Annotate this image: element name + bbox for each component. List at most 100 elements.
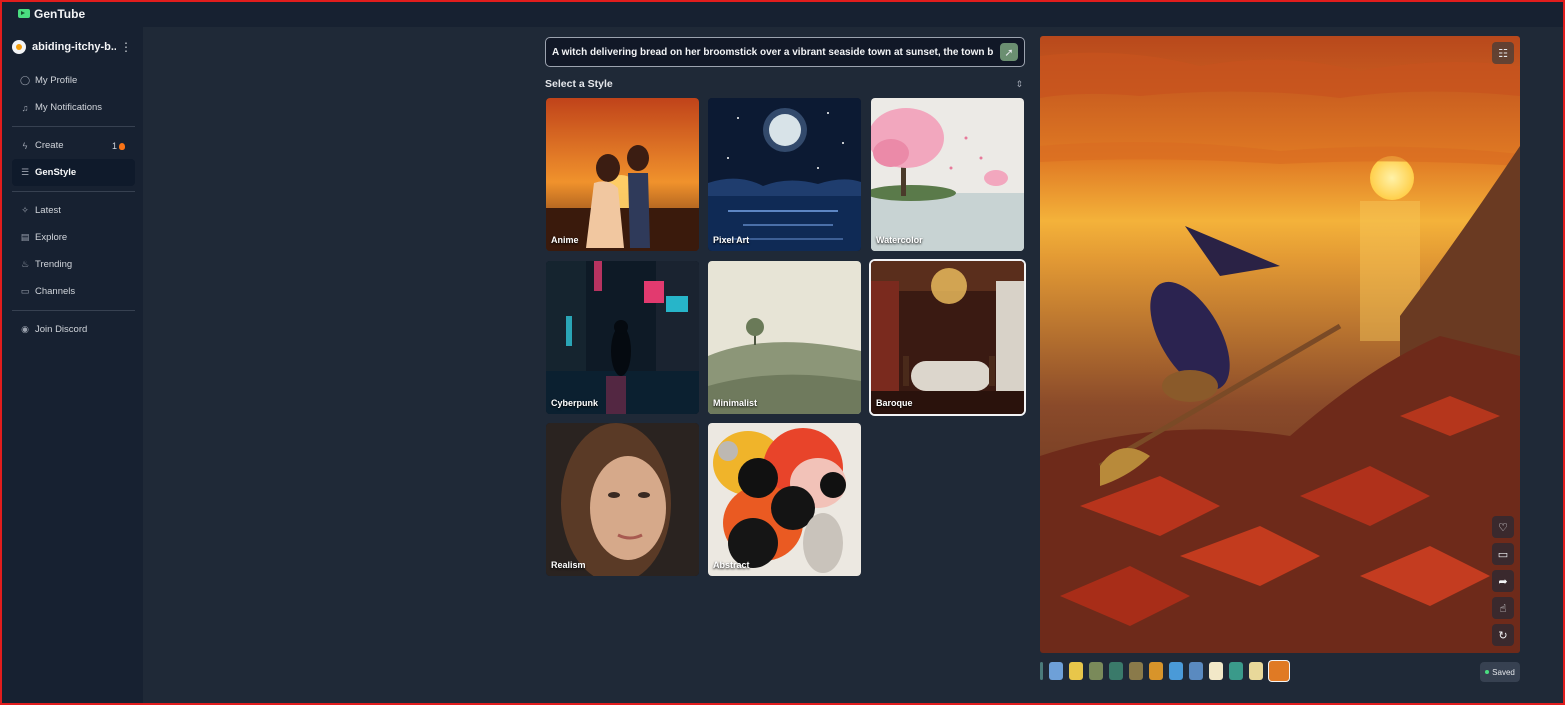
sidebar-divider bbox=[12, 126, 135, 127]
sidebar-item-latest[interactable]: ✧ Latest bbox=[12, 197, 135, 224]
minimalist-thumbnail bbox=[708, 261, 861, 414]
refresh-icon: ↻ bbox=[1498, 629, 1508, 642]
sidebar-divider bbox=[12, 191, 135, 192]
sidebar-item-label: Channels bbox=[35, 286, 76, 297]
style-card-realism[interactable]: Realism bbox=[546, 423, 699, 576]
sidebar: abiding-itchy-b... ⋮ ◯ My Profile ♫ My N… bbox=[2, 27, 143, 703]
watercolor-thumbnail bbox=[871, 98, 1024, 251]
sidebar-item-label: Latest bbox=[35, 205, 61, 216]
tv-icon: ▭ bbox=[20, 286, 30, 296]
history-thumbnail[interactable] bbox=[1149, 662, 1163, 680]
style-card-watercolor[interactable]: Watercolor bbox=[871, 98, 1024, 251]
rocket-icon: ➚ bbox=[1004, 46, 1014, 59]
history-thumbnail[interactable] bbox=[1089, 662, 1103, 680]
style-card-label: Abstract bbox=[713, 560, 750, 570]
channel-button[interactable]: ▭ bbox=[1492, 543, 1514, 565]
saved-badge: Saved bbox=[1480, 662, 1520, 682]
style-card-label: Baroque bbox=[876, 398, 913, 408]
sidebar-item-explore[interactable]: ▤ Explore bbox=[12, 224, 135, 251]
tap-button[interactable]: ☝ bbox=[1492, 597, 1514, 619]
book-icon: ▤ bbox=[20, 232, 30, 242]
cyberpunk-thumbnail bbox=[546, 261, 699, 414]
spark-icon: ϟ bbox=[22, 140, 28, 151]
history-thumbnail[interactable] bbox=[1229, 662, 1243, 680]
history-thumbnail[interactable] bbox=[1129, 662, 1143, 680]
history-thumbnail[interactable] bbox=[1049, 662, 1063, 680]
bell-icon: ♫ bbox=[21, 102, 29, 113]
history-thumbnail[interactable] bbox=[1040, 662, 1043, 680]
chevron-up-down-icon[interactable]: ⇕ bbox=[1015, 79, 1023, 90]
sidebar-item-label: Join Discord bbox=[35, 324, 88, 335]
share-button[interactable]: ➦ bbox=[1492, 570, 1514, 592]
style-card-abstract[interactable]: Abstract bbox=[708, 423, 861, 576]
style-card-label: Anime bbox=[551, 235, 579, 245]
flame-icon: ♨ bbox=[20, 259, 30, 269]
status-dot bbox=[1485, 670, 1490, 674]
baroque-thumbnail bbox=[871, 261, 1024, 414]
style-card-cyberpunk[interactable]: Cyberpunk bbox=[546, 261, 699, 414]
generated-image-preview[interactable]: ☷ ♡ ▭ ➦ ☝ ↻ bbox=[1040, 36, 1520, 653]
prompt-input[interactable]: A witch delivering bread on her broomsti… bbox=[545, 37, 1025, 67]
history-thumbnail-current[interactable] bbox=[1269, 661, 1289, 681]
anime-thumbnail bbox=[546, 98, 699, 251]
tv-icon: ▭ bbox=[1497, 548, 1509, 561]
style-card-anime[interactable]: Anime bbox=[546, 98, 699, 251]
history-thumbnails bbox=[1040, 660, 1295, 682]
style-card-label: Cyberpunk bbox=[551, 398, 599, 408]
app-title[interactable]: GenTube bbox=[34, 7, 85, 21]
sidebar-item-my-notifications[interactable]: ♫ My Notifications bbox=[12, 94, 135, 121]
like-button[interactable]: ♡ bbox=[1492, 516, 1514, 538]
history-thumbnail[interactable] bbox=[1069, 662, 1083, 680]
sparkles-icon: ✧ bbox=[21, 205, 29, 215]
remix-button[interactable]: ↻ bbox=[1492, 624, 1514, 646]
sidebar-item-trending[interactable]: ♨ Trending bbox=[12, 251, 135, 278]
sidebar-item-label: My Profile bbox=[35, 75, 78, 86]
generate-button[interactable]: ➚ bbox=[1000, 43, 1018, 61]
user-menu[interactable]: abiding-itchy-b... ⋮ bbox=[2, 27, 143, 67]
sidebar-item-create[interactable]: ϟ Create 1 bbox=[12, 132, 135, 159]
style-card-pixel-art[interactable]: Pixel Art bbox=[708, 98, 861, 251]
abstract-thumbnail bbox=[708, 423, 861, 576]
style-card-label: Watercolor bbox=[876, 235, 923, 245]
username: abiding-itchy-b... bbox=[32, 41, 116, 53]
realism-thumbnail bbox=[546, 423, 699, 576]
style-card-label: Realism bbox=[551, 560, 586, 570]
more-vertical-icon[interactable]: ⋮ bbox=[120, 41, 132, 53]
sliders-icon: ☷ bbox=[1498, 47, 1508, 60]
sidebar-item-channels[interactable]: ▭ Channels bbox=[12, 278, 135, 305]
saved-status-text: Saved bbox=[1492, 667, 1515, 677]
style-card-baroque[interactable]: Baroque bbox=[871, 261, 1024, 414]
avatar bbox=[12, 40, 26, 54]
pixel-art-thumbnail bbox=[708, 98, 861, 251]
heart-icon: ♡ bbox=[1498, 521, 1508, 534]
style-card-minimalist[interactable]: Minimalist bbox=[708, 261, 861, 414]
style-section-title: Select a Style bbox=[545, 78, 613, 90]
sidebar-item-genstyle[interactable]: ☰ GenStyle bbox=[12, 159, 135, 186]
sidebar-item-label: My Notifications bbox=[35, 102, 103, 113]
hand-pointer-icon: ☝ bbox=[1499, 602, 1507, 615]
sidebar-item-my-profile[interactable]: ◯ My Profile bbox=[12, 67, 135, 94]
image-settings-button[interactable]: ☷ bbox=[1492, 42, 1514, 64]
logo-icon bbox=[18, 9, 30, 18]
sidebar-item-label: Explore bbox=[35, 232, 68, 243]
history-thumbnail[interactable] bbox=[1209, 662, 1223, 680]
top-bar: GenTube bbox=[0, 0, 1565, 27]
sidebar-divider bbox=[12, 310, 135, 311]
style-header: Select a Style ⇕ bbox=[545, 77, 1025, 91]
history-thumbnail[interactable] bbox=[1109, 662, 1123, 680]
image-actions: ♡ ▭ ➦ ☝ ↻ bbox=[1492, 516, 1514, 651]
sidebar-item-label: Create bbox=[35, 140, 64, 151]
history-thumbnail[interactable] bbox=[1189, 662, 1203, 680]
history-thumbnail[interactable] bbox=[1249, 662, 1263, 680]
prompt-text[interactable]: A witch delivering bread on her broomsti… bbox=[552, 47, 998, 58]
history-thumbnail[interactable] bbox=[1169, 662, 1183, 680]
style-card-label: Minimalist bbox=[713, 398, 758, 408]
sliders-icon: ☰ bbox=[20, 167, 30, 177]
generated-image bbox=[1040, 36, 1520, 653]
share-icon: ➦ bbox=[1498, 575, 1508, 588]
style-card-label: Pixel Art bbox=[713, 235, 750, 245]
sidebar-item-label: Trending bbox=[35, 259, 73, 270]
discord-icon: ◉ bbox=[21, 324, 29, 334]
sidebar-item-join-discord[interactable]: ◉ Join Discord bbox=[12, 316, 135, 343]
sidebar-item-label: GenStyle bbox=[35, 167, 77, 178]
